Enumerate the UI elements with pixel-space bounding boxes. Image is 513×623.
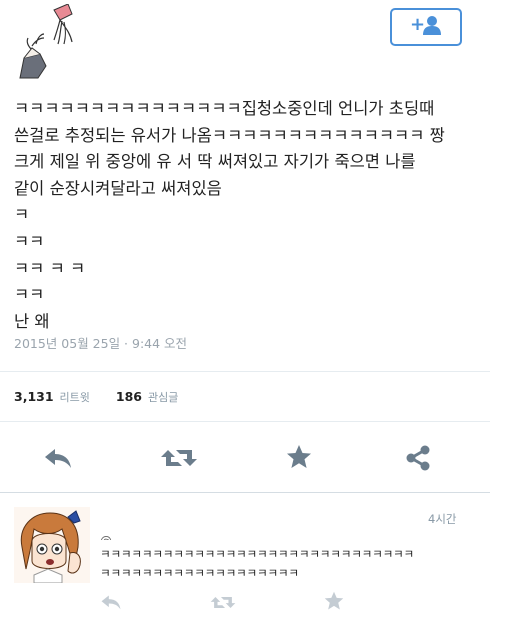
svg-text:+: + <box>410 14 425 35</box>
reply-icon <box>100 594 122 614</box>
favorite-count: 186 <box>115 389 142 404</box>
divider <box>0 421 490 422</box>
follow-button[interactable]: + <box>390 8 462 46</box>
star-icon <box>324 591 344 615</box>
reply-retweet-button[interactable] <box>208 594 238 614</box>
favorite-button[interactable] <box>283 444 315 474</box>
share-icon <box>404 444 432 476</box>
reply-button[interactable] <box>40 446 76 474</box>
favorite-label: 관심글 <box>148 391 179 404</box>
reply-icon <box>43 447 73 473</box>
tweet-text: ㅋㅋㅋㅋㅋㅋㅋㅋㅋㅋㅋㅋㅋㅋㅋ집청소중인데 언니가 초딩때 쓴걸로 추정되는 유… <box>14 99 445 331</box>
retweet-button[interactable] <box>158 446 200 474</box>
retweet-stat[interactable]: 3,131 리트윗 <box>14 389 94 404</box>
avatar[interactable] <box>14 3 86 80</box>
reply-handle[interactable]: @... <box>100 531 123 540</box>
retweet-label: 리트윗 <box>59 391 90 404</box>
reply-text: ㅋㅋㅋㅋㅋㅋㅋㅋㅋㅋㅋㅋㅋㅋㅋㅋㅋㅋㅋㅋㅋㅋㅋㅋㅋㅋㅋㅋㅋㅋ ㅋㅋㅋㅋㅋㅋㅋㅋㅋ… <box>100 547 414 580</box>
tweet-stats: 3,131 리트윗 186 관심글 <box>14 389 200 405</box>
divider <box>0 492 490 493</box>
share-button[interactable] <box>402 444 434 476</box>
reply-reply-button[interactable] <box>98 594 124 614</box>
favorite-stat[interactable]: 186 관심글 <box>116 389 178 404</box>
tweet-timestamp[interactable]: 2015년 05월 25일 · 9:44 오전 <box>14 333 187 352</box>
divider <box>0 371 490 372</box>
retweet-icon <box>210 594 236 615</box>
reply-time: 4시간 <box>428 512 457 526</box>
star-icon <box>286 444 312 474</box>
retweet-count: 3,131 <box>14 389 54 404</box>
add-user-icon: + <box>409 14 443 40</box>
reply-avatar[interactable] <box>14 507 90 583</box>
retweet-icon <box>160 446 198 474</box>
reply-favorite-button[interactable] <box>322 591 346 615</box>
